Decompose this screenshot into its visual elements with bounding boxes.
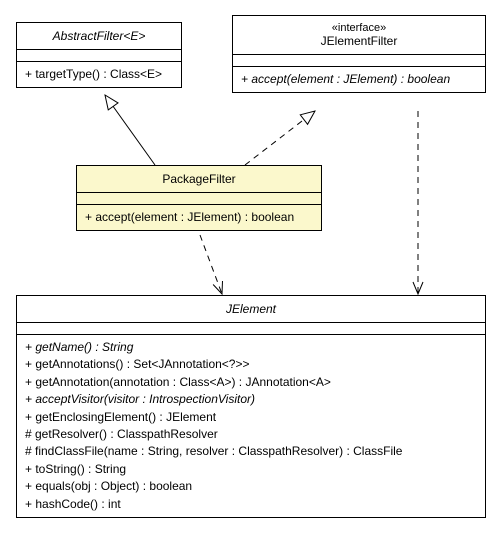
operation: + accept(element : JElement) : boolean	[241, 71, 477, 88]
class-title: JElement	[17, 296, 485, 323]
class-jelement-filter: «interface» JElementFilter + accept(elem…	[232, 15, 486, 93]
class-operations: + targetType() : Class<E>	[17, 62, 181, 87]
operation: + accept(element : JElement) : boolean	[85, 209, 313, 226]
class-name: JElementFilter	[241, 34, 477, 48]
class-attributes	[17, 323, 485, 335]
operation: + acceptVisitor(visitor : IntrospectionV…	[25, 391, 477, 408]
edge-generalization	[105, 95, 155, 165]
class-package-filter: PackageFilter + accept(element : JElemen…	[76, 165, 322, 231]
uml-diagram: AbstractFilter<E> + targetType() : Class…	[0, 0, 501, 540]
operation: + targetType() : Class<E>	[25, 66, 173, 83]
edge-realization	[245, 111, 315, 165]
class-name: JElement	[25, 302, 477, 316]
operation: + getName() : String	[25, 339, 477, 356]
class-attributes	[233, 55, 485, 67]
class-attributes	[77, 193, 321, 205]
class-attributes	[17, 50, 181, 62]
operation: + hashCode() : int	[25, 496, 477, 513]
operation: + equals(obj : Object) : boolean	[25, 478, 477, 495]
class-stereotype: «interface»	[241, 22, 477, 34]
class-operations: + accept(element : JElement) : boolean	[233, 67, 485, 92]
class-operations: + accept(element : JElement) : boolean	[77, 205, 321, 230]
operation: + getAnnotation(annotation : Class<A>) :…	[25, 374, 477, 391]
class-name: AbstractFilter<E>	[25, 29, 173, 43]
class-title: PackageFilter	[77, 166, 321, 193]
class-name: PackageFilter	[85, 172, 313, 186]
operation: # findClassFile(name : String, resolver …	[25, 443, 477, 460]
class-title: AbstractFilter<E>	[17, 23, 181, 50]
operation: + getAnnotations() : Set<JAnnotation<?>>	[25, 356, 477, 373]
class-jelement: JElement + getName() : String + getAnnot…	[16, 295, 486, 518]
operation: # getResolver() : ClasspathResolver	[25, 426, 477, 443]
class-abstract-filter: AbstractFilter<E> + targetType() : Class…	[16, 22, 182, 88]
operation: + getEnclosingElement() : JElement	[25, 409, 477, 426]
operation: + toString() : String	[25, 461, 477, 478]
class-title: «interface» JElementFilter	[233, 16, 485, 55]
edge-dependency-pkg	[200, 235, 222, 294]
class-operations: + getName() : String + getAnnotations() …	[17, 335, 485, 517]
